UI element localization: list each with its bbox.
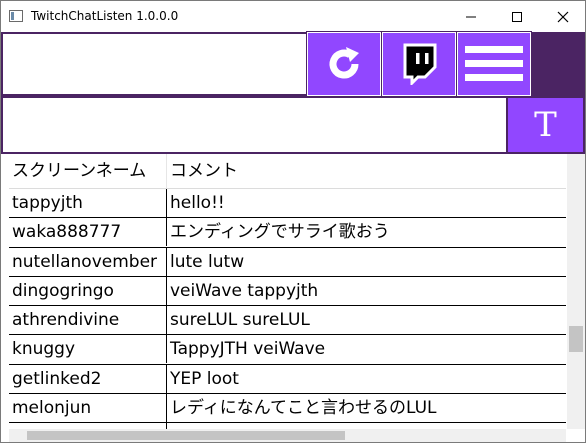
maximize-button[interactable]: [494, 1, 540, 32]
table-row[interactable]: getlinked2 YEP loot: [9, 364, 566, 395]
twitch-logo-icon: [403, 43, 437, 85]
column-header-comment[interactable]: コメント: [167, 154, 566, 189]
font-button[interactable]: T: [506, 96, 585, 154]
minimize-button[interactable]: [448, 1, 494, 32]
grid-rows: tappyjth hello!! waka888777 エンディングでサライ歌お…: [9, 189, 566, 442]
toolbar-spacer: [531, 32, 585, 96]
cell-comment: hello!!: [170, 193, 225, 213]
cell-screen-name: melonjun: [9, 394, 167, 423]
horizontal-scrollbar[interactable]: [9, 429, 566, 442]
column-header-screen-name[interactable]: スクリーンネーム: [9, 154, 167, 189]
message-input[interactable]: [1, 96, 506, 154]
channel-input[interactable]: [1, 32, 307, 96]
menu-button[interactable]: [456, 31, 532, 97]
cell-screen-name: nutellanovember: [9, 247, 167, 276]
table-row[interactable]: dingogringo veiWave tappyjth: [9, 276, 566, 307]
refresh-icon: [329, 47, 359, 79]
app-icon: [9, 10, 23, 22]
maximize-icon: [512, 12, 522, 22]
hamburger-menu-icon: [465, 46, 523, 81]
horizontal-scroll-thumb[interactable]: [27, 431, 345, 440]
cell-comment: lute lutw: [170, 251, 245, 272]
cell-screen-name: tappyjth: [9, 189, 167, 217]
table-row[interactable]: knuggy TappyJTH veiWave: [9, 335, 566, 365]
cell-screen-name: getlinked2: [9, 364, 167, 393]
cell-screen-name: athrendivine: [9, 306, 167, 335]
table-row[interactable]: waka888777 エンディングでサライ歌おう: [9, 218, 566, 248]
minimize-icon: [466, 16, 476, 18]
table-row[interactable]: tappyjth hello!!: [9, 189, 566, 219]
cell-comment: YEP loot: [170, 368, 239, 389]
title-bar: TwitchChatListen 1.0.0.0: [1, 1, 585, 32]
refresh-button[interactable]: [306, 31, 382, 97]
twitch-button[interactable]: [381, 31, 457, 97]
vertical-scrollbar[interactable]: [567, 154, 585, 429]
vertical-scroll-thumb[interactable]: [569, 326, 583, 352]
table-row[interactable]: nutellanovember lute lutw: [9, 247, 566, 277]
grid-header: スクリーンネーム コメント: [9, 154, 566, 189]
cell-screen-name: waka888777: [9, 218, 167, 247]
cell-comment: エンディングでサライ歌おう: [170, 222, 390, 243]
close-icon: [557, 11, 569, 23]
cell-comment: レディになんてこと言わせるのLUL: [170, 398, 437, 419]
font-icon: T: [534, 105, 557, 145]
close-button[interactable]: [540, 1, 585, 32]
window-title: TwitchChatListen 1.0.0.0: [31, 9, 179, 23]
chat-grid: スクリーンネーム コメント tappyjth hello!! waka88877…: [1, 154, 585, 442]
table-row[interactable]: melonjun レディになんてこと言わせるのLUL: [9, 394, 566, 424]
cell-comment: TappyJTH veiWave: [170, 339, 326, 360]
cell-screen-name: knuggy: [9, 335, 167, 364]
table-row[interactable]: athrendivine sureLUL sureLUL: [9, 306, 566, 336]
cell-comment: veiWave tappyjth: [170, 280, 319, 301]
app-window: TwitchChatListen 1.0.0.0 T スクリーンネーム コメント…: [0, 0, 586, 443]
cell-comment: sureLUL sureLUL: [170, 310, 310, 331]
cell-screen-name: dingogringo: [9, 276, 167, 305]
